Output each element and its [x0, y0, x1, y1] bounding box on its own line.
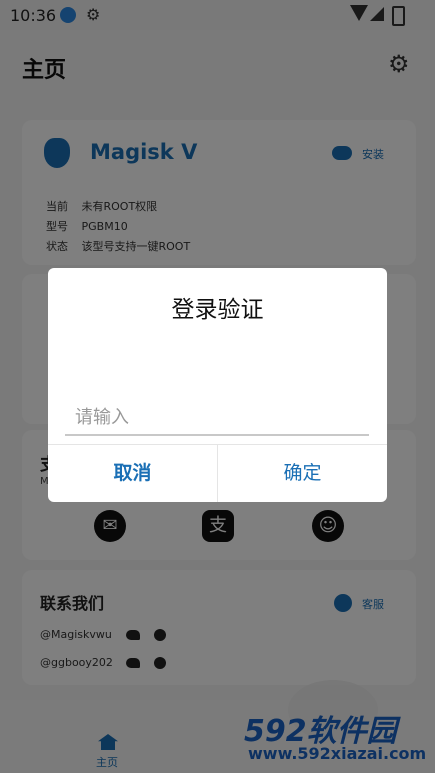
- login-dialog: 登录验证 取消 确定: [48, 268, 387, 502]
- verification-input[interactable]: [65, 400, 369, 436]
- dialog-title: 登录验证: [171, 297, 264, 323]
- confirm-button[interactable]: 确定: [218, 445, 387, 502]
- cancel-button[interactable]: 取消: [48, 445, 217, 502]
